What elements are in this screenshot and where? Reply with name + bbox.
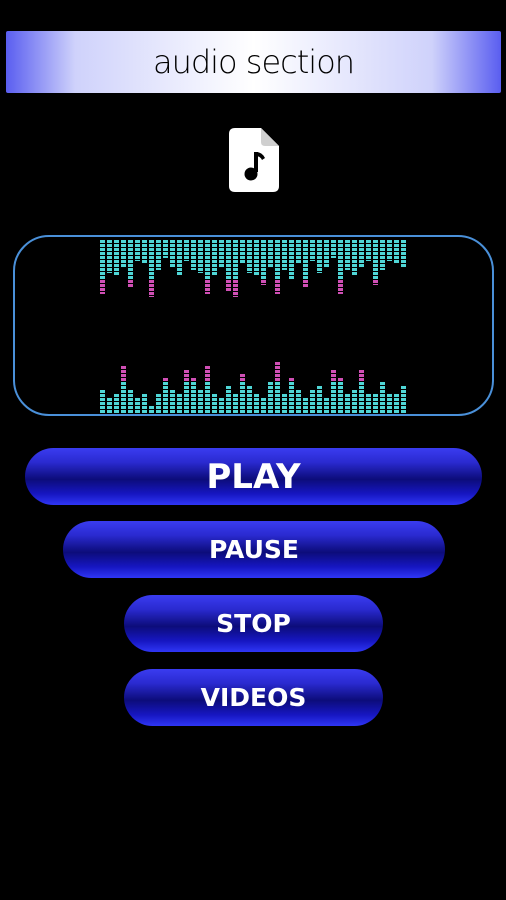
audio-file-icon xyxy=(229,128,279,192)
pause-button[interactable]: PAUSE xyxy=(63,521,445,578)
videos-button[interactable]: VIDEOS xyxy=(124,669,383,726)
title-bar: audio section xyxy=(6,31,501,93)
play-button[interactable]: PLAY xyxy=(25,448,482,505)
page-title: audio section xyxy=(152,43,355,81)
stop-button[interactable]: STOP xyxy=(124,595,383,652)
visualizer-frame xyxy=(13,235,494,416)
